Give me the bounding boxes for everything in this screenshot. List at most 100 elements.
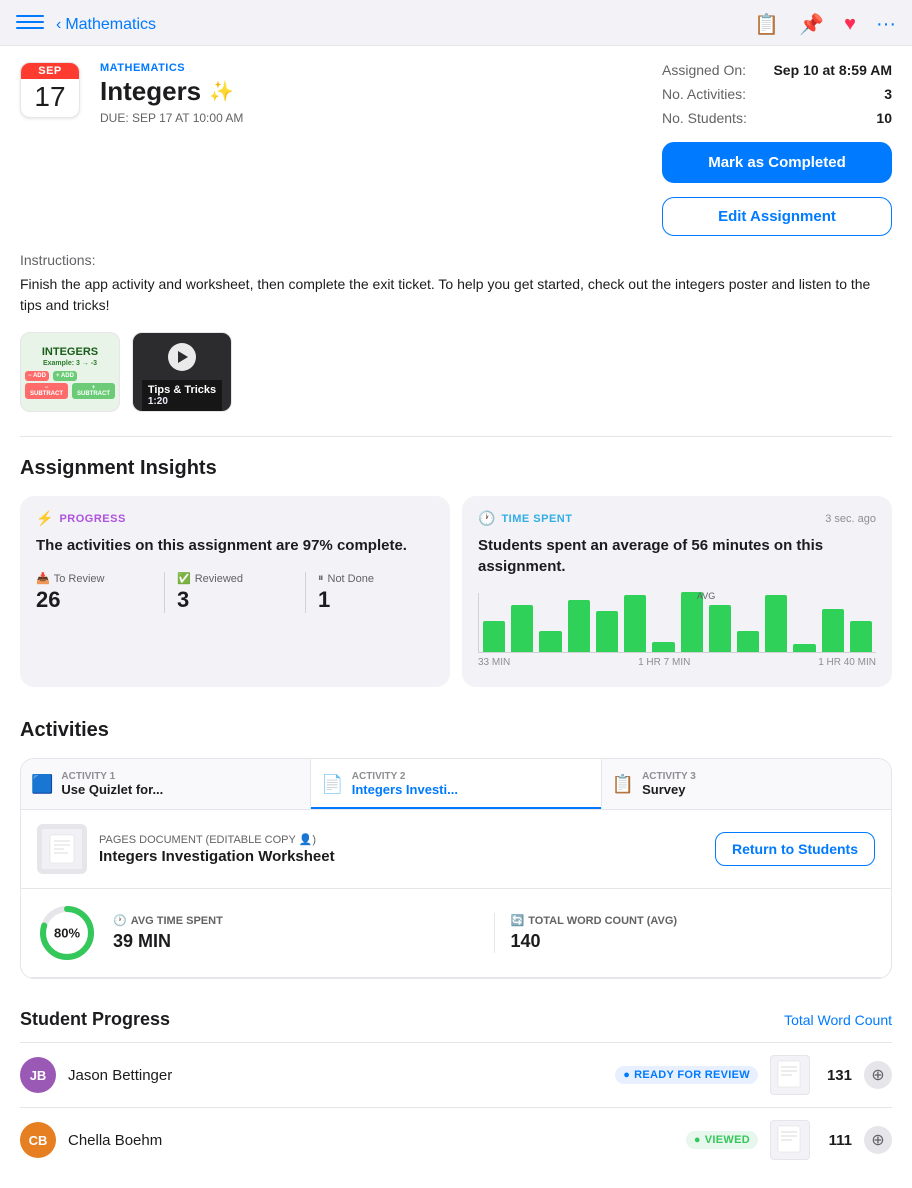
doc-name: Integers Investigation Worksheet xyxy=(99,848,703,865)
to-review-stat: 📥 To Review 26 xyxy=(36,572,165,613)
mark-completed-button[interactable]: Mark as Completed xyxy=(662,142,892,183)
word-count-label: 🔄 TOTAL WORD COUNT (AVG) xyxy=(511,914,876,927)
edit-assignment-button[interactable]: Edit Assignment xyxy=(662,197,892,236)
student-more-button-cb[interactable]: ⊕ xyxy=(864,1126,892,1154)
student-doc-thumbnail-jb[interactable] xyxy=(770,1055,810,1095)
student-more-button-jb[interactable]: ⊕ xyxy=(864,1061,892,1089)
chart-bar-12 xyxy=(822,609,844,652)
activity-3-number: ACTIVITY 3 xyxy=(642,771,696,782)
total-word-count-link[interactable]: Total Word Count xyxy=(784,1012,892,1028)
document-row: PAGES DOCUMENT (EDITABLE COPY 👤) Integer… xyxy=(21,810,891,889)
student-doc-thumbnail-cb[interactable] xyxy=(770,1120,810,1160)
to-review-value: 26 xyxy=(36,587,152,613)
activities-card: 🟦 ACTIVITY 1 Use Quizlet for... 📄 ACTIVI… xyxy=(20,758,892,979)
instructions-label: Instructions: xyxy=(20,252,892,268)
stats-row: 80% 🕐 AVG TIME SPENT 39 MIN 🔄 TOTAL WORD… xyxy=(21,889,891,978)
pin-icon[interactable]: 📌 xyxy=(799,12,824,37)
student-name-cb: Chella Boehm xyxy=(68,1132,674,1149)
title-text: Integers xyxy=(100,76,201,107)
quizlet-icon: 🟦 xyxy=(31,774,53,795)
student-status-cb: ● VIEWED xyxy=(686,1131,758,1149)
axis-label-3: 1 HR 40 MIN xyxy=(818,657,876,668)
chart-bar-6 xyxy=(652,642,674,652)
chart-bar-2 xyxy=(539,631,561,652)
student-word-count-jb: 131 xyxy=(822,1067,852,1084)
assigned-on-value: Sep 10 at 8:59 AM xyxy=(773,62,892,78)
student-row-1: JB Jason Bettinger ● READY FOR REVIEW 13… xyxy=(20,1042,892,1107)
reviewed-value: 3 xyxy=(177,587,293,613)
stat-divider xyxy=(494,913,495,953)
review-dot-icon: ● xyxy=(623,1069,630,1081)
play-triangle-icon xyxy=(178,351,188,363)
activity-1-number: ACTIVITY 1 xyxy=(61,771,163,782)
poster-inner: INTEGERS Example: 3 → -3 − ADD + ADD − S… xyxy=(21,342,119,403)
word-count-value: 140 xyxy=(511,931,876,952)
sidebar-toggle-button[interactable] xyxy=(16,15,44,35)
reviewed-stat: ✅ Reviewed 3 xyxy=(177,572,306,613)
integers-poster-attachment[interactable]: INTEGERS Example: 3 → -3 − ADD + ADD − S… xyxy=(20,332,120,412)
assignment-title: Integers ✨ xyxy=(100,76,642,107)
student-avatar-cb: CB xyxy=(20,1122,56,1158)
check-icon: ✅ xyxy=(177,572,191,585)
word-count-icon: 🔄 xyxy=(511,914,525,927)
doc-type-label: PAGES DOCUMENT (EDITABLE COPY 👤) xyxy=(99,833,703,846)
time-spent-secondary: 3 sec. ago xyxy=(825,513,876,525)
header-info: MATHEMATICS Integers ✨ DUE: SEP 17 AT 10… xyxy=(100,62,642,125)
time-spent-text: Students spent an average of 56 minutes … xyxy=(478,535,876,577)
pause-icon: ⏸ xyxy=(318,572,324,585)
activity-2-name: Integers Investi... xyxy=(352,782,458,797)
time-spent-header: 🕐 TIME SPENT 3 sec. ago xyxy=(478,510,876,527)
activity-tab-3[interactable]: 📋 ACTIVITY 3 Survey xyxy=(602,759,891,809)
annotate-icon[interactable]: 📋 xyxy=(754,12,779,37)
viewed-dot-icon: ● xyxy=(694,1134,701,1146)
activities-section: Activities 🟦 ACTIVITY 1 Use Quizlet for.… xyxy=(0,703,912,995)
sparkle-icon: ✨ xyxy=(209,79,234,104)
no-students-row: No. Students: 10 xyxy=(662,110,892,126)
video-label: Tips & Tricks 1:20 xyxy=(142,380,222,411)
not-done-value: 1 xyxy=(318,587,434,613)
avg-time-value: 39 MIN xyxy=(113,931,478,952)
chart-bar-8 xyxy=(709,605,731,652)
tips-tricks-video-attachment[interactable]: Tips & Tricks 1:20 xyxy=(132,332,232,412)
activity-3-name: Survey xyxy=(642,782,696,797)
instructions-section: Instructions: Finish the app activity an… xyxy=(0,252,912,332)
more-icon[interactable]: ··· xyxy=(876,13,896,36)
no-activities-row: No. Activities: 3 xyxy=(662,86,892,102)
axis-label-1: 33 MIN xyxy=(478,657,510,668)
time-spent-card: 🕐 TIME SPENT 3 sec. ago Students spent a… xyxy=(462,496,892,687)
time-spent-chart: AVG 33 MIN 1 HR 7 MIN 1 HR 40 MIN xyxy=(478,593,876,673)
no-students-value: 10 xyxy=(876,110,892,126)
doc-icon xyxy=(37,824,87,874)
doc-thumbnail-svg xyxy=(42,829,82,869)
play-button[interactable] xyxy=(168,343,196,371)
chart-bar-3 xyxy=(568,600,590,652)
return-to-students-button[interactable]: Return to Students xyxy=(715,832,875,866)
instructions-text: Finish the app activity and worksheet, t… xyxy=(20,274,892,316)
chart-bar-13 xyxy=(850,621,872,652)
student-progress-title: Student Progress xyxy=(20,1009,170,1030)
active-tab-indicator xyxy=(311,807,600,809)
activities-title: Activities xyxy=(20,719,892,742)
chart-bar-0 xyxy=(483,621,505,652)
chart-bar-1 xyxy=(511,605,533,652)
activity-tabs: 🟦 ACTIVITY 1 Use Quizlet for... 📄 ACTIVI… xyxy=(21,759,891,810)
chart-bar-9 xyxy=(737,631,759,652)
calendar-month: SEP xyxy=(21,63,79,79)
activity-tab-1[interactable]: 🟦 ACTIVITY 1 Use Quizlet for... xyxy=(21,759,311,809)
time-spent-label: TIME SPENT xyxy=(501,513,572,525)
no-activities-label: No. Activities: xyxy=(662,86,746,102)
back-label: Mathematics xyxy=(65,16,156,34)
assigned-on-label: Assigned On: xyxy=(662,62,746,78)
chart-bar-11 xyxy=(793,644,815,652)
avg-time-block: 🕐 AVG TIME SPENT 39 MIN xyxy=(113,914,478,952)
reviewed-label: ✅ Reviewed xyxy=(177,572,293,585)
chart-bar-10 xyxy=(765,595,787,652)
video-duration: 1:20 xyxy=(148,396,216,407)
not-done-stat: ⏸ Not Done 1 xyxy=(318,572,434,613)
bar-axis-labels: 33 MIN 1 HR 7 MIN 1 HR 40 MIN xyxy=(478,657,876,668)
student-progress-section: Student Progress Total Word Count JB Jas… xyxy=(0,995,912,1188)
heart-icon[interactable]: ♥ xyxy=(844,13,856,36)
back-button[interactable]: ‹ Mathematics xyxy=(56,16,156,34)
clock-icon: 🕐 xyxy=(478,510,495,527)
activity-tab-2[interactable]: 📄 ACTIVITY 2 Integers Investi... xyxy=(311,759,601,809)
